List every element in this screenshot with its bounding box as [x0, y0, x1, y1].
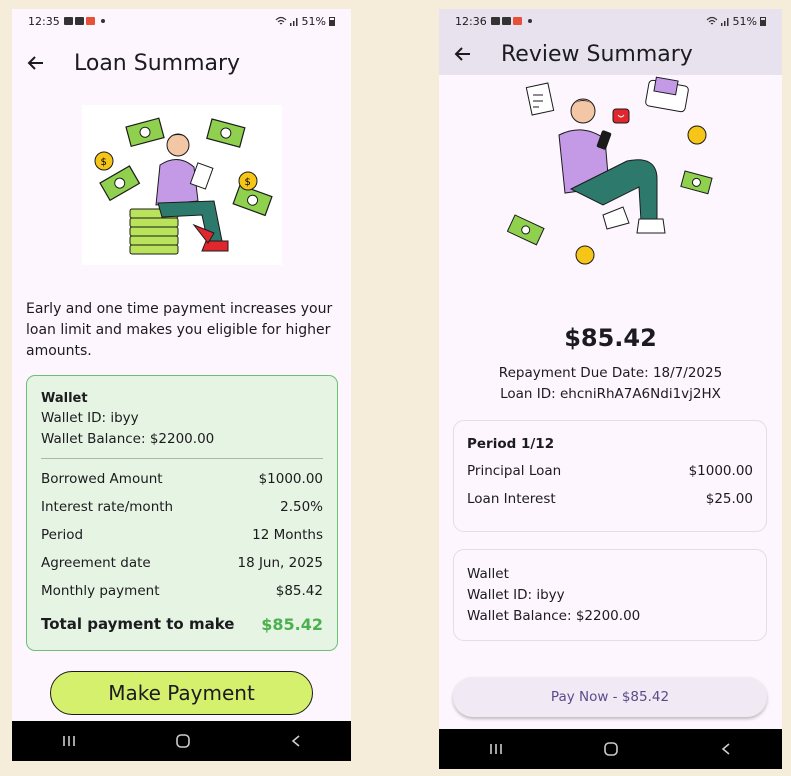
status-bar: 12:36 51% — [439, 9, 782, 33]
nav-recents-icon[interactable] — [489, 742, 503, 756]
loan-details-card: Wallet Wallet ID: ibyy Wallet Balance: $… — [26, 375, 338, 651]
wallet-card: Wallet Wallet ID: ibyy Wallet Balance: $… — [453, 549, 767, 641]
review-summary-screen: Review Summary 12:36 51% $85.42 Repaymen… — [439, 9, 782, 769]
row-value: $1000.00 — [688, 463, 753, 479]
wallet-balance: Wallet Balance: $2200.00 — [467, 608, 641, 624]
back-arrow-icon[interactable] — [16, 43, 56, 83]
battery-percent: 51% — [732, 14, 757, 28]
nav-home-icon[interactable] — [603, 741, 619, 757]
status-time: 12:35 — [28, 14, 60, 28]
loan-id: Loan ID: ehcniRhA7A6Ndi1vj2HX — [500, 386, 721, 402]
total-label: Total payment to make — [41, 615, 235, 633]
detail-value: $1000.00 — [258, 471, 323, 487]
row-label: Loan Interest — [467, 491, 556, 507]
system-nav-bar — [12, 721, 351, 761]
make-payment-button[interactable]: Make Payment — [50, 671, 313, 715]
wallet-id: Wallet ID: ibyy — [467, 587, 565, 603]
nav-back-icon[interactable] — [290, 734, 302, 748]
detail-row-interest: Interest rate/month 2.50% — [41, 493, 323, 521]
svg-text:$: $ — [101, 157, 107, 168]
detail-value: 12 Months — [252, 527, 323, 543]
money-illustration: $ $ — [82, 105, 282, 265]
nav-recents-icon[interactable] — [62, 734, 76, 748]
loan-description: Early and one time payment increases you… — [26, 301, 333, 359]
detail-label: Agreement date — [41, 555, 151, 571]
wallet-balance: Wallet Balance: $2200.00 — [41, 431, 215, 447]
interest-row: Loan Interest $25.00 — [467, 485, 753, 513]
detail-row-period: Period 12 Months — [41, 521, 323, 549]
period-card: Period 1/12 Principal Loan $1000.00 Loan… — [453, 420, 767, 532]
dot-icon — [527, 19, 532, 23]
wifi-icon — [706, 16, 717, 25]
nav-home-icon[interactable] — [175, 733, 191, 749]
status-bar: 12:35 51% — [12, 9, 351, 33]
pay-now-button[interactable]: Pay Now - $85.42 — [453, 677, 767, 717]
page-title: Loan Summary — [74, 50, 241, 76]
folder-icon — [74, 17, 84, 25]
detail-value: 2.50% — [280, 499, 323, 515]
detail-label: Monthly payment — [41, 583, 160, 599]
gallery-icon — [63, 17, 73, 25]
detail-label: Period — [41, 527, 84, 543]
system-nav-bar — [439, 729, 782, 769]
detail-value: $85.42 — [275, 583, 323, 599]
loan-summary-screen: 12:35 51% Loan Summary $ $ Early and one… — [12, 9, 351, 761]
battery-icon — [329, 16, 335, 26]
detail-row-borrowed: Borrowed Amount $1000.00 — [41, 465, 323, 493]
detail-value: 18 Jun, 2025 — [237, 555, 323, 571]
payment-illustration — [506, 75, 717, 270]
total-row: Total payment to make $85.42 — [41, 607, 323, 641]
notification-icons — [63, 17, 105, 25]
back-arrow-icon[interactable] — [443, 34, 483, 74]
detail-row-agreement: Agreement date 18 Jun, 2025 — [41, 549, 323, 577]
signal-icon — [720, 18, 729, 26]
folder-icon — [501, 17, 511, 25]
period-heading: Period 1/12 — [467, 436, 555, 452]
payment-amount: $85.42 — [564, 324, 657, 352]
status-time: 12:36 — [455, 14, 487, 28]
detail-label: Borrowed Amount — [41, 471, 163, 487]
status-right: 51% — [706, 15, 766, 28]
notification-icons — [490, 17, 532, 25]
signal-icon — [289, 18, 298, 26]
gallery-icon — [490, 17, 500, 25]
wallet-heading: Wallet — [41, 391, 88, 406]
app-bar: Loan Summary — [12, 35, 351, 91]
status-right: 51% — [275, 15, 335, 28]
repayment-due-date: Repayment Due Date: 18/7/2025 — [498, 365, 723, 381]
battery-icon — [760, 16, 766, 26]
nav-back-icon[interactable] — [720, 742, 732, 756]
app-icon — [512, 17, 522, 25]
dot-icon — [100, 19, 105, 23]
wallet-id: Wallet ID: ibyy — [41, 410, 139, 426]
detail-row-monthly: Monthly payment $85.42 — [41, 577, 323, 605]
total-value: $85.42 — [261, 614, 323, 634]
row-value: $25.00 — [705, 491, 753, 507]
row-label: Principal Loan — [467, 463, 562, 479]
app-icon — [85, 17, 95, 25]
wallet-heading: Wallet — [467, 566, 509, 582]
detail-label: Interest rate/month — [41, 499, 174, 515]
wifi-icon — [275, 16, 286, 25]
battery-percent: 51% — [301, 14, 326, 28]
page-title: Review Summary — [501, 41, 693, 67]
svg-text:$: $ — [245, 177, 251, 188]
principal-row: Principal Loan $1000.00 — [467, 457, 753, 485]
